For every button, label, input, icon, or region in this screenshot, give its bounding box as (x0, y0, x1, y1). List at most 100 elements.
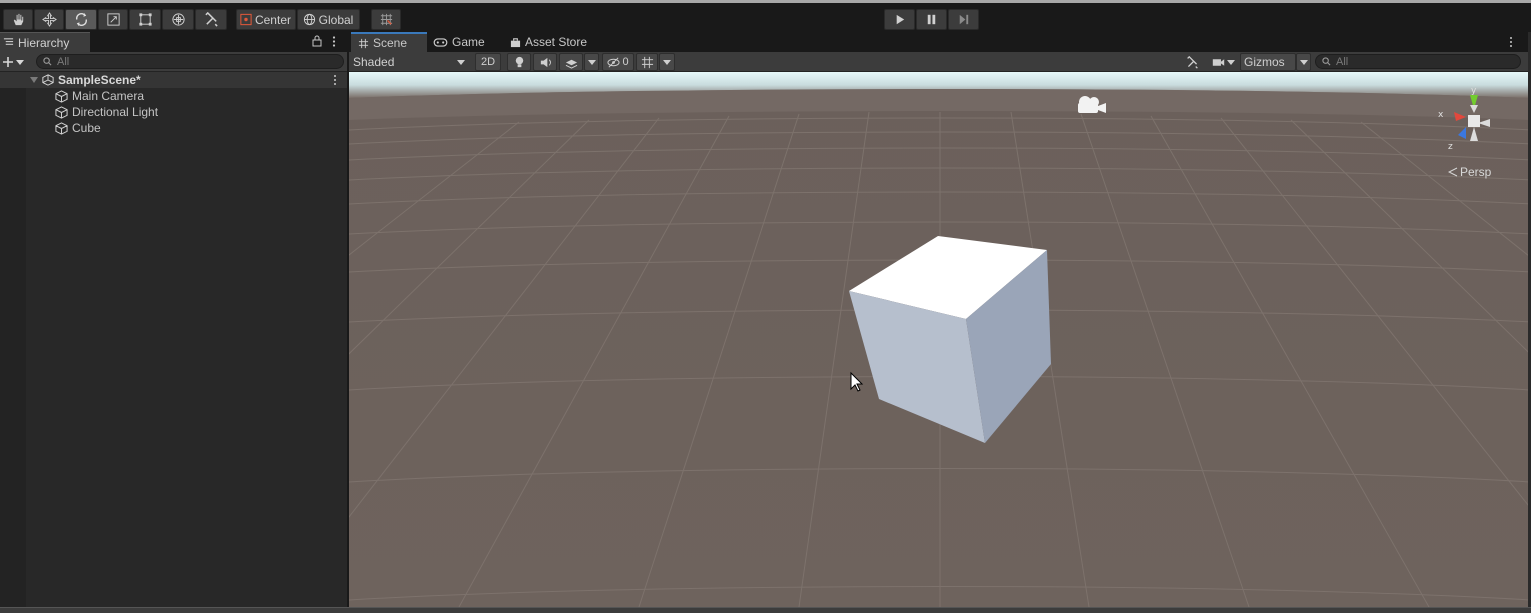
pivot-center-icon (240, 13, 252, 26)
list-icon (3, 38, 14, 45)
scene-view-panel: Scene Game Asset Store Shaded 2D 0 Gizmo… (349, 32, 1531, 607)
lock-icon[interactable] (311, 35, 323, 47)
pause-button[interactable] (916, 9, 947, 30)
axis-gizmo-icon: x y z (1438, 86, 1490, 152)
chevron-down-icon (1226, 60, 1235, 65)
gameobject-cube-icon (55, 89, 68, 103)
chevron-down-icon (457, 60, 465, 65)
rect-transform-icon (138, 13, 152, 26)
tab-game-label: Game (452, 35, 485, 49)
tab-asset-store[interactable]: Asset Store (510, 32, 600, 52)
rotate-tool-button[interactable] (65, 9, 97, 30)
2d-mode-toggle[interactable]: 2D (475, 53, 501, 71)
pivot-rotation-label: Global (318, 12, 354, 27)
hierarchy-tab-label: Hierarchy (18, 35, 70, 50)
tab-asset-store-label: Asset Store (525, 35, 588, 49)
scene-tab-bar: Scene Game Asset Store (349, 32, 1531, 52)
globe-icon (303, 13, 315, 26)
projection-toggle[interactable]: Persp (1448, 165, 1491, 179)
hidden-objects-toggle[interactable]: 0 (602, 53, 634, 71)
hidden-objects-count: 0 (622, 56, 629, 68)
step-button[interactable] (948, 9, 979, 30)
gizmos-toggle[interactable]: Gizmos (1240, 53, 1296, 71)
scene-more-options-icon[interactable] (1508, 36, 1514, 48)
grid-dropdown[interactable] (659, 53, 675, 71)
tab-hierarchy[interactable]: Hierarchy (0, 32, 90, 52)
axis-x-label: x (1438, 110, 1444, 120)
gizmos-label: Gizmos (1244, 55, 1285, 69)
hierarchy-search-placeholder: All (57, 55, 70, 68)
scene-viewport[interactable]: x y z Persp (349, 72, 1531, 607)
axis-z-label: z (1448, 142, 1453, 152)
2d-mode-label: 2D (480, 56, 496, 68)
bottom-panel-edge (0, 607, 1531, 613)
effects-dropdown[interactable] (584, 53, 599, 71)
effects-toggle[interactable] (559, 53, 583, 71)
scene-search-placeholder: All (1336, 55, 1349, 68)
hand-icon (13, 13, 23, 26)
pause-icon (927, 14, 936, 25)
shading-mode-value: Shaded (353, 55, 395, 69)
bag-icon (510, 37, 521, 47)
move-tool-button[interactable] (34, 9, 64, 30)
hierarchy-item[interactable]: Main Camera (0, 88, 347, 104)
move-arrows-icon (41, 12, 57, 27)
shading-mode-dropdown[interactable]: Shaded (349, 52, 469, 72)
grid-icon (641, 56, 653, 68)
step-icon (959, 14, 969, 25)
scale-icon (106, 13, 120, 26)
hierarchy-item-label: Directional Light (72, 105, 159, 119)
lighting-toggle[interactable] (507, 53, 531, 71)
plus-icon (3, 57, 13, 67)
perspective-icon (1448, 167, 1458, 177)
scene-name: SampleScene* (58, 73, 141, 87)
scene-search-input[interactable]: All (1315, 54, 1521, 69)
grid-icon (358, 38, 369, 48)
hierarchy-tab-bar: Hierarchy (0, 32, 347, 52)
chevron-down-icon (663, 60, 671, 65)
audio-toggle[interactable] (533, 53, 557, 71)
tab-game[interactable]: Game (433, 32, 503, 52)
pivot-rotation-toggle[interactable]: Global (297, 9, 360, 30)
play-button[interactable] (884, 9, 915, 30)
hierarchy-item-label: Cube (72, 121, 101, 135)
camera-icon (1212, 58, 1224, 66)
transform-tool-button[interactable] (162, 9, 194, 30)
hierarchy-list: SampleScene* Main Camera Directional Lig… (0, 72, 347, 607)
scale-tool-button[interactable] (98, 9, 128, 30)
tab-scene-label: Scene (373, 36, 408, 50)
create-dropdown-button[interactable] (2, 54, 28, 70)
orientation-gizmo[interactable]: x y z (1432, 86, 1512, 162)
hierarchy-toolbar: All (0, 52, 347, 72)
projection-label: Persp (1460, 165, 1492, 179)
hierarchy-item[interactable]: Directional Light (0, 104, 347, 120)
chevron-down-icon (16, 60, 24, 65)
tool-settings-button[interactable] (1181, 53, 1203, 71)
hierarchy-search-input[interactable]: All (36, 54, 344, 69)
chevron-down-icon (587, 60, 596, 65)
gameobject-cube-icon (55, 121, 68, 135)
hand-tool-button[interactable] (3, 9, 33, 30)
pivot-mode-toggle[interactable]: Center (236, 9, 296, 30)
tools-icon (204, 12, 218, 27)
grid-snap-button[interactable] (371, 9, 401, 30)
more-options-icon[interactable] (329, 35, 339, 48)
rect-tool-button[interactable] (129, 9, 161, 30)
transform-icon (171, 13, 185, 26)
hierarchy-item[interactable]: Cube (0, 120, 347, 136)
play-icon (896, 14, 905, 25)
speaker-icon (540, 57, 551, 67)
unity-scene-icon (42, 74, 54, 86)
lightbulb-icon (515, 56, 523, 67)
gizmos-dropdown[interactable] (1296, 53, 1311, 71)
pivot-mode-label: Center (254, 12, 291, 27)
hierarchy-item-label: Main Camera (72, 89, 145, 103)
layers-icon (565, 59, 577, 69)
custom-tool-button[interactable] (195, 9, 227, 30)
camera-settings-dropdown[interactable] (1207, 53, 1239, 71)
scene-row[interactable]: SampleScene* (0, 72, 347, 88)
grid-visibility-toggle[interactable] (636, 53, 658, 71)
tab-scene[interactable]: Scene (351, 32, 427, 52)
gamepad-icon (433, 37, 448, 47)
scene-more-options-icon[interactable] (332, 74, 338, 86)
